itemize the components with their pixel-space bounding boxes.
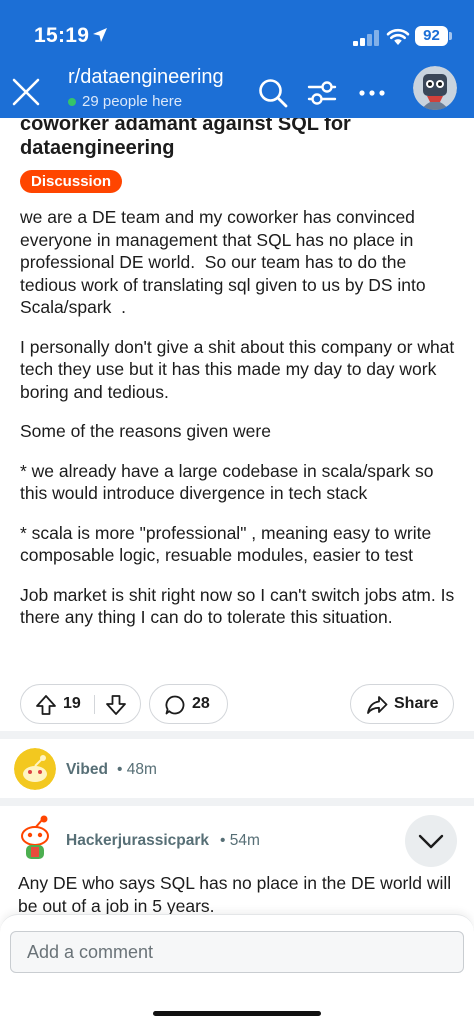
downvote-icon[interactable] (105, 694, 127, 716)
post-flair[interactable]: Discussion (20, 170, 123, 193)
battery-tip (449, 32, 452, 40)
battery-icon: 92 (415, 26, 448, 46)
share-label: Share (394, 695, 439, 712)
subreddit-nav: r/dataengineering 29 people here (0, 62, 474, 118)
vote-count: 19 (63, 695, 81, 712)
section-divider (0, 798, 474, 806)
location-arrow-icon (93, 28, 107, 42)
commenter-avatar[interactable] (14, 814, 56, 864)
cellular-signal-icon (353, 30, 379, 46)
comment-author[interactable]: Hackerjurassicpark (66, 832, 209, 850)
post-title: coworker adamant against SQL for dataeng… (20, 113, 351, 159)
home-indicator (153, 1011, 321, 1016)
add-comment-input[interactable] (10, 931, 464, 973)
post-paragraph: Some of the reasons given were (20, 421, 271, 441)
upvote-icon[interactable] (35, 694, 57, 716)
more-icon[interactable] (356, 77, 388, 109)
subreddit-name[interactable]: r/dataengineering (68, 66, 224, 89)
post-body: we are a DE team and my coworker has con… (20, 206, 462, 646)
comment-composer (0, 914, 474, 1026)
post-paragraph: I personally don't give a shit about thi… (20, 336, 460, 402)
comment-time-value: 54m (229, 832, 260, 849)
post-paragraph: Job market is shit right now so I can't … (20, 584, 460, 628)
online-count: 29 people here (82, 93, 183, 110)
search-icon[interactable] (257, 77, 289, 109)
collapse-comment-button[interactable] (405, 815, 457, 867)
comment-count: 28 (192, 695, 210, 712)
status-time: 15:19 (34, 24, 90, 47)
wifi-icon (386, 28, 410, 45)
vote-separator (94, 695, 95, 714)
comment-author[interactable]: Vibed (66, 761, 108, 779)
comment-time: • 48m (117, 761, 157, 778)
filter-icon[interactable] (306, 77, 338, 109)
status-bar: 15:19 92 (0, 0, 474, 62)
vote-pill: 19 (20, 684, 141, 724)
comment-time: • 54m (220, 832, 260, 849)
post-paragraph: * scala is more "professional" , meaning… (20, 522, 437, 566)
top-bar: 15:19 92 r/dataengineering 29 people her… (0, 0, 474, 118)
comment-time-value: 48m (126, 761, 157, 778)
comment-icon (165, 695, 185, 715)
share-button[interactable]: Share (350, 684, 454, 724)
commenter-avatar[interactable] (14, 748, 56, 790)
online-indicator (68, 98, 76, 106)
post-paragraph: * we already have a large codebase in sc… (20, 460, 439, 504)
comment-text: Any DE who says SQL has no place in the … (18, 873, 452, 916)
post-paragraph: we are a DE team and my coworker has con… (20, 207, 431, 317)
section-divider (0, 731, 474, 739)
avatar[interactable] (413, 66, 457, 110)
chevron-down-icon (418, 834, 444, 849)
share-icon (367, 696, 388, 714)
comments-button[interactable]: 28 (149, 684, 228, 724)
close-icon[interactable] (10, 76, 42, 108)
